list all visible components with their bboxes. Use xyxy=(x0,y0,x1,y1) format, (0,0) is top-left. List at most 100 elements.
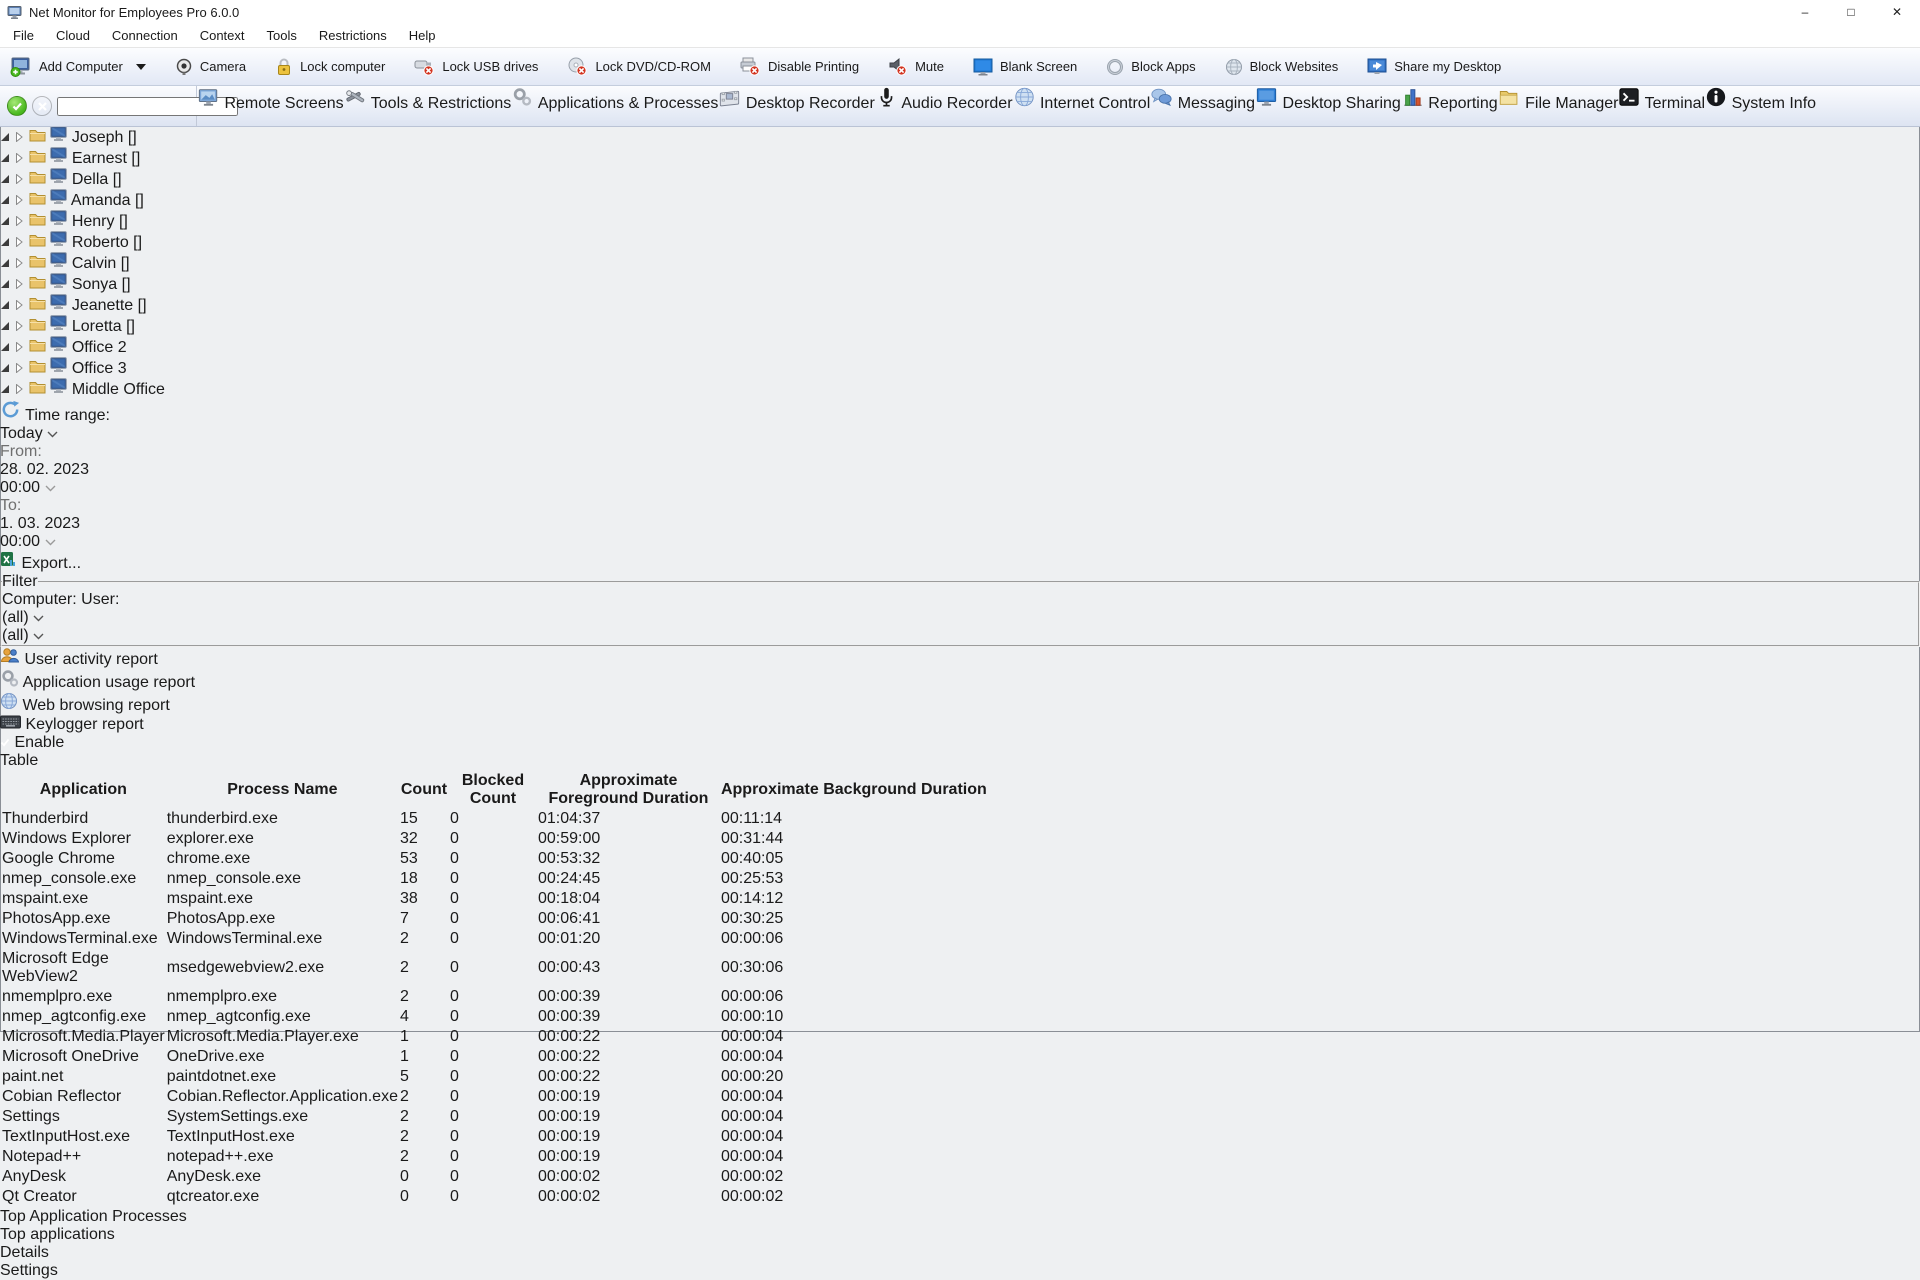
maximize-button[interactable]: □ xyxy=(1828,0,1874,24)
table-row[interactable]: WindowsTerminal.exe WindowsTerminal.exe … xyxy=(2,930,987,948)
select-all-button[interactable] xyxy=(7,96,27,116)
block-apps-button[interactable]: Block Apps xyxy=(1106,58,1195,76)
internet-control-button[interactable]: Internet Control xyxy=(1013,86,1151,126)
menu-item[interactable]: Tools xyxy=(256,28,308,43)
tree-item[interactable]: Office 2 xyxy=(0,336,1920,357)
menu-item[interactable]: Connection xyxy=(101,28,189,43)
tree-expander-icon[interactable] xyxy=(0,276,29,293)
lock-usb-button[interactable]: Lock USB drives xyxy=(414,57,538,76)
bottom-tab[interactable]: Top applications xyxy=(0,1226,1920,1244)
tree-item[interactable]: Della [] xyxy=(0,168,1920,189)
tab-web-browsing-report[interactable]: Web browsing report xyxy=(0,692,1920,715)
tab-keylogger-report[interactable]: Keylogger report xyxy=(0,715,1920,734)
tree-expander-icon[interactable] xyxy=(0,234,29,251)
tree-item[interactable]: Roberto [] xyxy=(0,231,1920,252)
tree-expander-icon[interactable] xyxy=(0,381,29,398)
col-process-name[interactable]: Process Name xyxy=(167,772,398,808)
table-row[interactable]: Microsoft Edge WebView2 msedgewebview2.e… xyxy=(2,950,987,986)
col-foreground-duration[interactable]: Approximate Foreground Duration xyxy=(538,772,719,808)
desktop-recorder-button[interactable]: Desktop Recorder xyxy=(718,86,874,126)
table-row[interactable]: Thunderbird thunderbird.exe 15 0 01:04:3… xyxy=(2,810,987,828)
tab-application-usage-report[interactable]: Application usage report xyxy=(0,669,1920,692)
table-row[interactable]: Cobian Reflector Cobian.Reflector.Applic… xyxy=(2,1088,987,1106)
tree-expander-icon[interactable] xyxy=(0,297,29,314)
menu-item[interactable]: Cloud xyxy=(45,28,101,43)
tree-expander-icon[interactable] xyxy=(0,171,29,188)
table-row[interactable]: nmep_console.exe nmep_console.exe 18 0 0… xyxy=(2,870,987,888)
blank-screen-button[interactable]: Blank Screen xyxy=(973,58,1077,76)
applications-processes-button[interactable]: Applications & Processes xyxy=(511,86,718,126)
menu-item[interactable]: File xyxy=(2,28,45,43)
desktop-sharing-button[interactable]: Desktop Sharing xyxy=(1255,86,1401,126)
tree-expander-icon[interactable] xyxy=(0,192,29,209)
tree-expander-icon[interactable] xyxy=(0,360,29,377)
lock-dvd-button[interactable]: Lock DVD/CD-ROM xyxy=(567,57,711,76)
tree-expander-icon[interactable] xyxy=(0,339,29,356)
table-row[interactable]: mspaint.exe mspaint.exe 38 0 00:18:04 00… xyxy=(2,890,987,908)
tools-restrictions-button[interactable]: Tools & Restrictions xyxy=(344,86,512,126)
col-background-duration[interactable]: Approximate Background Duration xyxy=(721,772,987,808)
table-side-tab[interactable]: Table xyxy=(0,752,1920,770)
messaging-button[interactable]: Messaging xyxy=(1150,86,1255,126)
tree-expander-icon[interactable] xyxy=(0,213,29,230)
to-date-input[interactable]: 1. 03. 2023 00:00 xyxy=(0,515,108,551)
block-websites-button[interactable]: Block Websites xyxy=(1225,58,1339,76)
menu-item[interactable]: Context xyxy=(189,28,256,43)
computer-filter-select[interactable]: (all) xyxy=(2,609,1918,627)
mute-button[interactable]: Mute xyxy=(888,57,944,76)
menu-item[interactable]: Restrictions xyxy=(308,28,398,43)
table-row[interactable]: Google Chrome chrome.exe 53 0 00:53:32 0… xyxy=(2,850,987,868)
tree-item[interactable]: Loretta [] xyxy=(0,315,1920,336)
close-button[interactable]: ✕ xyxy=(1874,0,1920,24)
audio-recorder-button[interactable]: Audio Recorder xyxy=(875,86,1013,126)
table-row[interactable]: Windows Explorer explorer.exe 32 0 00:59… xyxy=(2,830,987,848)
table-row[interactable]: AnyDesk AnyDesk.exe 0 0 00:00:02 00:00:0… xyxy=(2,1168,987,1186)
enable-checkbox[interactable] xyxy=(0,734,14,751)
export-button[interactable]: Export... xyxy=(0,551,1920,573)
add-computer-dropdown-icon[interactable] xyxy=(136,64,146,70)
system-info-button[interactable]: System Info xyxy=(1705,86,1816,126)
time-range-select[interactable]: Today xyxy=(0,425,86,443)
table-row[interactable]: paint.net paintdotnet.exe 5 0 00:00:22 0… xyxy=(2,1068,987,1086)
remote-screens-button[interactable]: Remote Screens xyxy=(197,86,344,126)
lock-computer-button[interactable]: Lock computer xyxy=(275,57,385,76)
bottom-tab[interactable]: Details xyxy=(0,1244,1920,1262)
tree-expander-icon[interactable] xyxy=(0,150,29,167)
bottom-tab[interactable]: Settings xyxy=(0,1262,1920,1280)
col-blocked-count[interactable]: Blocked Count xyxy=(450,772,536,808)
tree-expander-icon[interactable] xyxy=(0,255,29,272)
table-row[interactable]: Microsoft.Media.Player Microsoft.Media.P… xyxy=(2,1028,987,1046)
menu-item[interactable]: Help xyxy=(398,28,447,43)
file-manager-button[interactable]: File Manager xyxy=(1498,86,1619,126)
tree-item[interactable]: Office 3 xyxy=(0,357,1920,378)
disable-printing-button[interactable]: Disable Printing xyxy=(740,57,859,76)
deselect-all-button[interactable] xyxy=(32,96,52,116)
tree-expander-icon[interactable] xyxy=(0,129,29,146)
share-desktop-button[interactable]: Share my Desktop xyxy=(1367,58,1501,76)
table-row[interactable]: nmemplpro.exe nmemplpro.exe 2 0 00:00:39… xyxy=(2,988,987,1006)
table-row[interactable]: TextInputHost.exe TextInputHost.exe 2 0 … xyxy=(2,1128,987,1146)
add-computer-button[interactable]: Add Computer xyxy=(10,57,146,77)
reporting-button[interactable]: Reporting xyxy=(1401,86,1498,126)
table-row[interactable]: Notepad++ notepad++.exe 2 0 00:00:19 00:… xyxy=(2,1148,987,1166)
col-application[interactable]: Application xyxy=(2,772,165,808)
from-date-input[interactable]: 28. 02. 2023 00:00 xyxy=(0,461,112,497)
camera-button[interactable]: Camera xyxy=(175,58,246,76)
table-row[interactable]: nmep_agtconfig.exe nmep_agtconfig.exe 4 … xyxy=(2,1008,987,1026)
tree-item[interactable]: Middle Office xyxy=(0,378,1920,399)
tree-item[interactable]: Amanda [] xyxy=(0,189,1920,210)
tree-item[interactable]: Jeanette [] xyxy=(0,294,1920,315)
col-count[interactable]: Count xyxy=(400,772,448,808)
terminal-button[interactable]: Terminal xyxy=(1618,86,1705,126)
table-row[interactable]: Qt Creator qtcreator.exe 0 0 00:00:02 00… xyxy=(2,1188,987,1206)
table-row[interactable]: PhotosApp.exe PhotosApp.exe 7 0 00:06:41… xyxy=(2,910,987,928)
minimize-button[interactable]: – xyxy=(1782,0,1828,24)
tree-item[interactable]: Sonya [] xyxy=(0,273,1920,294)
user-filter-select[interactable]: (all) xyxy=(2,627,1918,645)
tab-user-activity-report[interactable]: User activity report xyxy=(0,647,1920,669)
refresh-icon[interactable] xyxy=(0,399,21,420)
table-row[interactable]: Settings SystemSettings.exe 2 0 00:00:19… xyxy=(2,1108,987,1126)
tree-item[interactable]: Earnest [] xyxy=(0,147,1920,168)
table-row[interactable]: Microsoft OneDrive OneDrive.exe 1 0 00:0… xyxy=(2,1048,987,1066)
bottom-tab[interactable]: Top Application Processes xyxy=(0,1208,1920,1226)
